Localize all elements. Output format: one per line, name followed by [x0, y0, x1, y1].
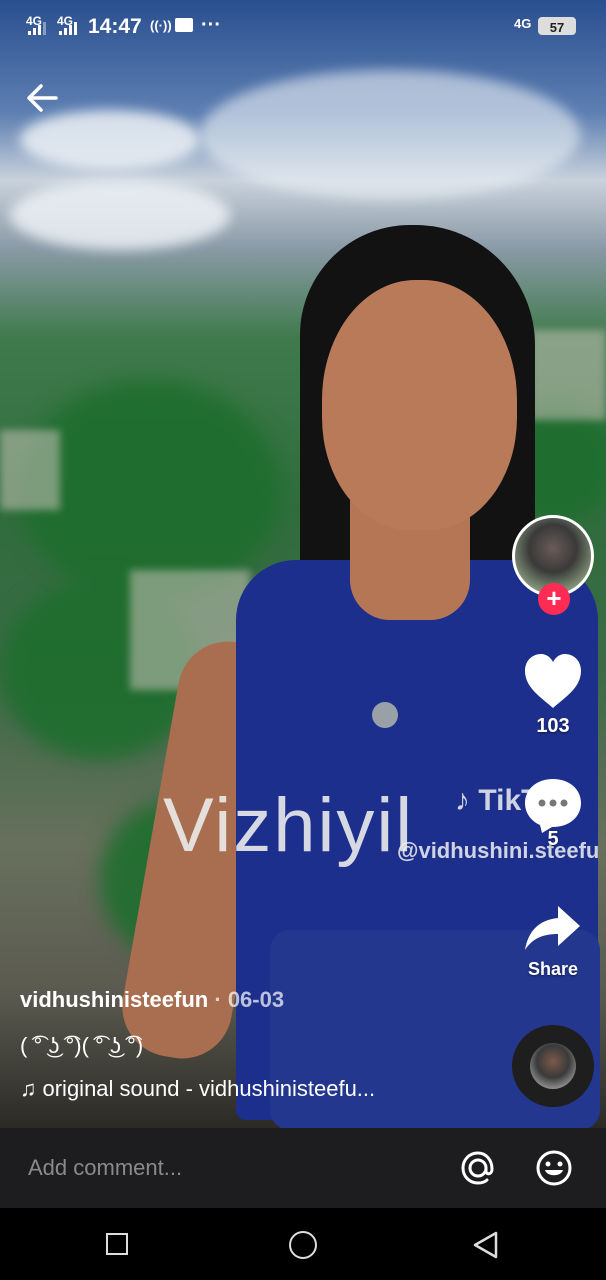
- comment-button[interactable]: 5: [511, 775, 595, 851]
- music-note-icon: ♫: [20, 1076, 37, 1101]
- sound-link[interactable]: ♫ original sound - vidhushinisteefu...: [20, 1076, 375, 1102]
- back-nav-button[interactable]: [470, 1230, 500, 1260]
- more-icon: ···: [201, 14, 221, 36]
- mention-icon[interactable]: [458, 1148, 498, 1188]
- network-label: 4G: [514, 16, 532, 31]
- comment-icon: [525, 779, 581, 833]
- battery-icon: 57: [538, 17, 576, 35]
- share-label: Share: [527, 959, 579, 979]
- date-separator: ·: [208, 987, 228, 1012]
- system-navigation-bar: [0, 1208, 606, 1280]
- sound-title: original sound - vidhushinisteefu...: [42, 1076, 376, 1101]
- comment-bar: Add comment...: [0, 1128, 606, 1208]
- building: [0, 430, 60, 510]
- back-button[interactable]: [24, 80, 60, 116]
- comment-input[interactable]: Add comment...: [28, 1155, 182, 1181]
- video-text-overlay: Vizhiyil: [163, 783, 415, 868]
- sound-disc[interactable]: [512, 1025, 594, 1107]
- signal-strength-icon: [28, 22, 46, 35]
- signal-strength-icon: [59, 22, 77, 35]
- emoji-icon[interactable]: [534, 1148, 574, 1188]
- dress-button: [372, 702, 398, 728]
- like-button[interactable]: 103: [511, 652, 595, 738]
- share-icon: [525, 906, 580, 950]
- cloud: [20, 110, 200, 170]
- back-arrow-icon: [27, 84, 58, 112]
- like-count: 103: [536, 715, 570, 737]
- author-username[interactable]: vidhushinisteefun: [20, 987, 208, 1012]
- home-button[interactable]: [289, 1231, 317, 1259]
- recents-button[interactable]: [106, 1233, 128, 1255]
- person-face: [322, 280, 517, 530]
- follow-button[interactable]: +: [538, 583, 570, 615]
- clock: 14:47: [88, 15, 142, 38]
- share-button[interactable]: Share: [511, 902, 595, 980]
- building: [530, 330, 606, 420]
- mail-icon: [175, 18, 193, 32]
- post-author-line: vidhushinisteefun · 06-03: [20, 987, 284, 1013]
- hotspot-icon: ((·)): [150, 18, 172, 33]
- tiktok-note-icon: ♪: [455, 784, 470, 817]
- cloud: [200, 70, 580, 200]
- post-date: 06-03: [227, 987, 285, 1012]
- cloud: [10, 180, 230, 250]
- sound-disc-cover: [530, 1043, 576, 1089]
- heart-icon: [525, 654, 581, 708]
- status-bar: 4G 4G 14:47 ((·)) ··· 4G 57: [0, 0, 606, 56]
- post-description: ( ͡° ͜ʖ ͡°)( ͡° ͜ʖ ͡°): [20, 1033, 144, 1058]
